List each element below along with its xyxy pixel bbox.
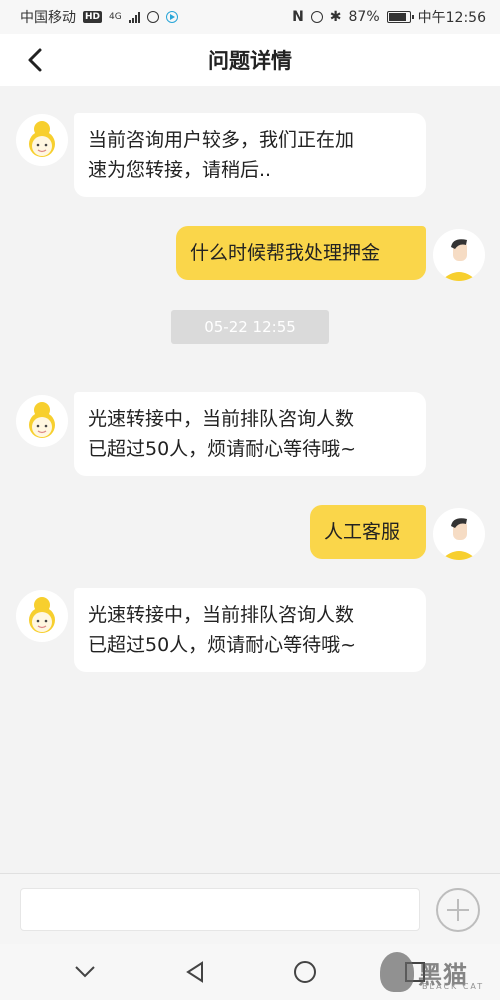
nfc-icon: N	[292, 9, 304, 25]
status-right: N ✱ 87% 中午12:56	[292, 7, 486, 27]
message-line: 光速转接中，当前排队咨询人数	[88, 408, 355, 430]
timestamp-pill: 05-22 12:55	[171, 310, 329, 344]
status-left: 中国移动 HD 4G	[20, 7, 178, 27]
back-arrow-icon	[28, 48, 42, 72]
page-title: 问题详情	[208, 49, 292, 73]
network-type: 4G	[109, 11, 122, 22]
message-line: 光速转接中，当前排队咨询人数	[88, 604, 355, 626]
message-bubble-agent: 光速转接中，当前排队咨询人数 已超过50人，烦请耐心等待哦~	[74, 588, 426, 672]
battery-icon	[386, 11, 414, 23]
message-line: 已超过50人，烦请耐心等待哦~	[88, 438, 357, 460]
chat-area[interactable]: 当前咨询用户较多，我们正在加 速为您转接，请稍后.. 什么时候帮我处理押金 05…	[0, 86, 500, 873]
agent-avatar-icon	[17, 115, 67, 165]
alarm-icon	[310, 11, 323, 23]
nav-back-button[interactable]	[175, 952, 215, 992]
user-avatar	[433, 229, 485, 281]
sync-icon	[146, 11, 159, 23]
carrier-label: 中国移动	[20, 10, 76, 26]
watermark-subtext: BLACK CAT	[422, 982, 485, 991]
status-bar: 中国移动 HD 4G N ✱ 87% 中午12:56	[0, 0, 500, 34]
circle-home-icon	[294, 961, 316, 983]
agent-avatar	[16, 114, 68, 166]
header: 问题详情	[0, 34, 500, 86]
chevron-down-icon	[75, 966, 95, 978]
agent-avatar	[16, 395, 68, 447]
message-line: 速为您转接，请稍后..	[88, 159, 272, 181]
message-bubble-user: 什么时候帮我处理押金	[176, 226, 426, 280]
bluetooth-icon: ✱	[329, 9, 342, 25]
hd-badge: HD	[83, 11, 103, 23]
message-bubble-agent: 当前咨询用户较多，我们正在加 速为您转接，请稍后..	[74, 113, 426, 197]
message-line: 什么时候帮我处理押金	[190, 242, 381, 264]
cat-logo-icon	[380, 952, 414, 992]
agent-avatar	[16, 590, 68, 642]
message-line: 已超过50人，烦请耐心等待哦~	[88, 634, 357, 656]
clock: 中午12:56	[417, 10, 486, 26]
user-avatar	[433, 508, 485, 560]
agent-avatar-icon	[17, 396, 67, 446]
input-bar	[0, 873, 500, 944]
add-attachment-button[interactable]	[436, 888, 480, 932]
message-line: 人工客服	[324, 521, 401, 543]
play-icon	[165, 11, 178, 23]
message-input[interactable]	[20, 888, 420, 931]
message-bubble-agent: 光速转接中，当前排队咨询人数 已超过50人，烦请耐心等待哦~	[74, 392, 426, 476]
back-button[interactable]	[22, 46, 52, 74]
watermark: 黑猫 BLACK CAT	[380, 948, 490, 996]
agent-avatar-icon	[17, 591, 67, 641]
user-avatar-icon	[434, 230, 484, 281]
battery-percent: 87%	[348, 9, 380, 25]
signal-icon	[128, 11, 140, 23]
triangle-back-icon	[186, 961, 203, 983]
nav-down-button[interactable]	[65, 952, 105, 992]
message-bubble-user: 人工客服	[310, 505, 426, 559]
message-line: 当前咨询用户较多，我们正在加	[88, 129, 355, 151]
user-avatar-icon	[434, 509, 484, 560]
nav-home-button[interactable]	[285, 952, 325, 992]
